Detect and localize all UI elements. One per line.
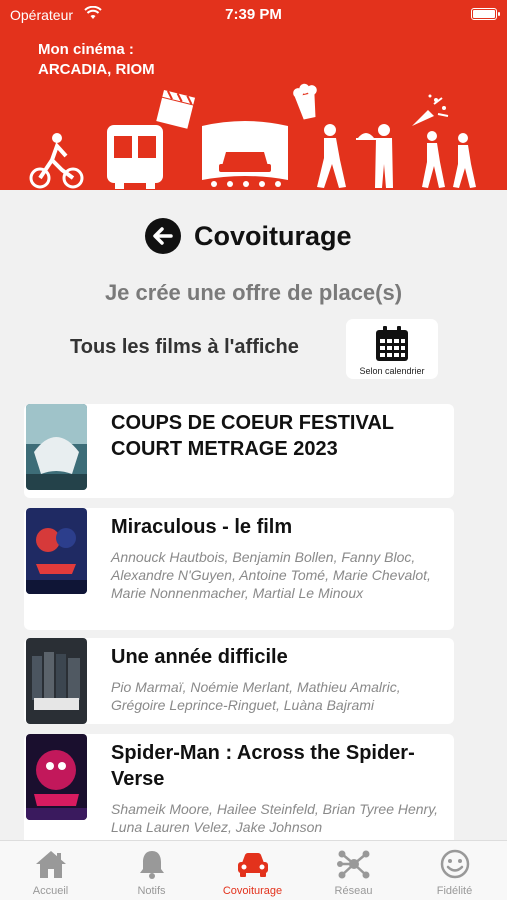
back-button[interactable]: [145, 218, 181, 254]
home-icon: [36, 851, 66, 878]
bell-icon: [140, 851, 164, 879]
film-card[interactable]: Une année difficile Pio Marmaï, Noémie M…: [24, 638, 454, 724]
film-title: COUPS DE COEUR FESTIVAL COURT METRAGE 20…: [111, 412, 394, 460]
film-cast: Pio Marmaï, Noémie Merlant, Mathieu Amal…: [111, 679, 401, 713]
film-title: Une année difficile: [111, 646, 288, 668]
film-poster: [26, 404, 87, 490]
cinema-name: ARCADIA, RIOM: [38, 61, 155, 78]
film-title: Spider-Man : Across the Spider-Verse: [111, 742, 415, 790]
page-subtitle: Je crée une offre de place(s): [104, 280, 403, 305]
film-cast: Shameik Moore, Hailee Steinfeld, Brian T…: [111, 801, 439, 835]
film-list[interactable]: COUPS DE COEUR FESTIVAL COURT METRAGE 20…: [24, 404, 454, 840]
waiter-icon: [356, 124, 393, 188]
cinema-label: Mon cinéma :: [38, 41, 134, 58]
tab-bar: Accueil Notifs Covoiturage Réseau Fidéli…: [0, 840, 507, 900]
clapperboard-icon: [156, 90, 196, 129]
arrow-left-icon: [153, 227, 173, 245]
calendar-button-label: Selon calendrier: [359, 366, 425, 376]
smiley-icon: [440, 849, 470, 879]
walking-people-icon: [422, 131, 476, 188]
film-card[interactable]: Miraculous - le film Annouck Hautbois, B…: [24, 508, 454, 630]
drive-in-screen-icon: [202, 121, 288, 187]
status-time: 7:39 PM: [225, 6, 282, 23]
calendar-button[interactable]: Selon calendrier: [346, 319, 438, 379]
tab-label: Réseau: [334, 885, 373, 897]
confetti-icon: [412, 94, 449, 126]
tab-label: Covoiturage: [222, 885, 283, 897]
tab-label: Notifs: [137, 885, 166, 897]
car-icon: [238, 853, 268, 877]
cinema-selector[interactable]: Mon cinéma : ARCADIA, RIOM: [38, 40, 155, 80]
tab-reseau[interactable]: Réseau: [303, 841, 404, 900]
film-poster: [26, 734, 87, 820]
app-header: Opérateur 7:39 PM Mon cinéma : ARCADIA, …: [0, 0, 507, 190]
film-poster: [26, 508, 87, 594]
tab-accueil[interactable]: Accueil: [0, 841, 101, 900]
bus-icon: [107, 125, 163, 189]
calendar-icon: [376, 326, 408, 361]
tab-label: Accueil: [32, 885, 69, 897]
cyclist-icon: [29, 133, 84, 189]
page-header: Covoiturage: [0, 215, 507, 257]
walking-person-icon: [317, 124, 346, 188]
film-cast: Annouck Hautbois, Benjamin Bollen, Fanny…: [111, 549, 431, 601]
header-illustration: [29, 83, 476, 189]
film-card[interactable]: Spider-Man : Across the Spider-Verse Sha…: [24, 734, 454, 840]
tab-notifs[interactable]: Notifs: [101, 841, 202, 900]
popcorn-icon: [293, 83, 317, 120]
film-title: Miraculous - le film: [111, 516, 293, 538]
page-title: Covoiturage: [194, 221, 352, 251]
battery-icon: [471, 8, 500, 20]
network-icon: [337, 850, 370, 879]
status-bar: Opérateur 7:39 PM: [0, 0, 507, 30]
tab-fidelite[interactable]: Fidélité: [404, 841, 505, 900]
film-card[interactable]: COUPS DE COEUR FESTIVAL COURT METRAGE 20…: [24, 404, 454, 498]
tab-label: Fidélité: [436, 885, 473, 897]
tab-covoiturage[interactable]: Covoiturage: [202, 841, 303, 900]
film-poster: [26, 638, 87, 724]
films-filter-label[interactable]: Tous les films à l'affiche: [70, 336, 299, 359]
